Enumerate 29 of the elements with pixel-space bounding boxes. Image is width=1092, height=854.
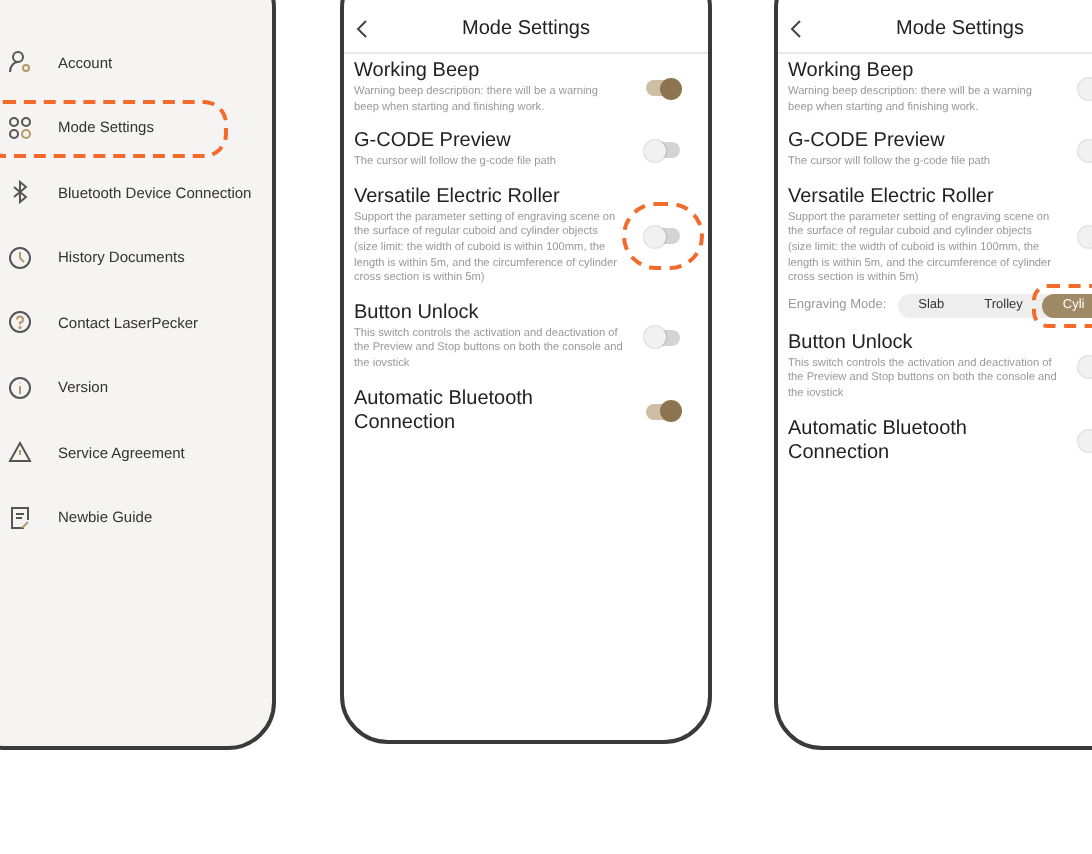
document-icon <box>8 505 32 530</box>
info-icon <box>8 375 32 400</box>
clock-icon <box>8 245 32 270</box>
setting-title: G-CODE Preview <box>354 130 513 155</box>
bluetooth-icon <box>8 180 32 205</box>
setting-title: Versatile Electric Roller <box>354 185 562 210</box>
screen-title: Mode Settings <box>462 15 590 43</box>
highlight-ring <box>1032 283 1092 328</box>
toggle-switch[interactable] <box>646 228 680 245</box>
toggle-switch[interactable] <box>646 80 680 97</box>
grid-icon <box>8 115 32 140</box>
highlight-ring <box>622 202 704 271</box>
setting-title: Working Beep <box>788 60 916 84</box>
toggle-switch[interactable] <box>646 403 680 420</box>
back-icon[interactable] <box>790 20 802 38</box>
setting-title: Button Unlock <box>788 331 915 356</box>
person-icon <box>8 50 32 75</box>
setting-title: Automatic Bluetooth Connection <box>354 387 535 436</box>
toggle-switch[interactable] <box>646 329 680 346</box>
setting-title: Versatile Electric Roller <box>788 185 996 210</box>
setting-title: G-CODE Preview <box>788 130 947 155</box>
setting-title: Button Unlock <box>354 301 481 326</box>
toggle-switch[interactable] <box>646 142 680 159</box>
help-icon <box>8 310 32 335</box>
screen-title: Mode Settings <box>896 15 1024 43</box>
setting-title: Working Beep <box>354 60 482 84</box>
back-icon[interactable] <box>356 20 368 38</box>
warning-icon <box>8 440 32 465</box>
setting-title: Automatic Bluetooth Connection <box>788 417 969 466</box>
